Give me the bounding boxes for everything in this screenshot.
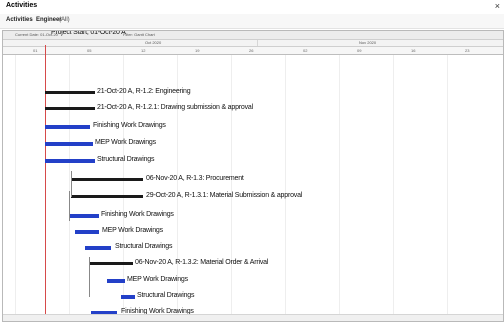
gantt-header-weeks: 01 05 12 19 26 02 09 16 23 <box>3 47 503 55</box>
gantt-row[interactable]: Structural Drawings <box>3 292 503 303</box>
gantt-bar-label: Finishing Work Drawings <box>93 122 166 129</box>
summary-bar[interactable] <box>45 91 95 94</box>
gantt-row[interactable]: 06-Nov-20 A, R-1.3: Procurement <box>3 175 503 186</box>
gantt-bar-label: 06-Nov-20 A, R-1.3: Procurement <box>146 175 244 182</box>
gantt-bar-label: 06-Nov-20 A, R-1.3.2: Material Order & A… <box>135 259 269 266</box>
relationship-line <box>69 191 70 221</box>
week-tick-label: 19 <box>195 48 200 53</box>
gantt-row[interactable]: 21-Oct-20 A, R-1.2: Engineering <box>3 88 503 99</box>
gantt-row[interactable]: Finishing Work Drawings <box>3 122 503 133</box>
week-tick-label: 23 <box>465 48 470 53</box>
activity-bar[interactable] <box>121 295 135 299</box>
close-icon[interactable]: × <box>495 1 500 11</box>
gantt-bar-label: 21-Oct-20 A, R-1.2: Engineering <box>97 88 191 95</box>
gantt-row[interactable]: Project Start, 01-Oct-20 A <box>3 31 503 41</box>
week-tick-label: 09 <box>357 48 362 53</box>
relationship-line <box>89 257 90 297</box>
filter-label: Activities <box>6 17 33 23</box>
gantt-bar-label: MEP Work Drawings <box>102 227 163 234</box>
gantt-chart-area: Project Start, 01-Oct-20 A 21-Oct-20 A, R… <box>3 31 503 321</box>
gantt-row[interactable]: MEP Work Drawings <box>3 227 503 238</box>
week-tick-label: 26 <box>249 48 254 53</box>
gantt-row[interactable]: 21-Oct-20 A, R-1.2.1: Drawing submission… <box>3 104 503 115</box>
gantt-bar-label: 29-Oct-20 A, R-1.3.1: Material Submissio… <box>146 192 303 199</box>
gantt-bar-label: Structural Drawings <box>137 292 195 299</box>
gantt-bar-label: Structural Drawings <box>97 156 155 163</box>
gantt-bar-label: MEP Work Drawings <box>95 139 156 146</box>
gantt-row[interactable]: MEP Work Drawings <box>3 276 503 287</box>
gantt-bar-label: MEP Work Drawings <box>127 276 188 283</box>
activity-bar[interactable] <box>85 246 111 250</box>
week-tick-label: 16 <box>411 48 416 53</box>
summary-bar[interactable] <box>71 178 143 181</box>
activity-bar[interactable] <box>45 159 95 163</box>
week-tick-label: 12 <box>141 48 146 53</box>
activity-bar[interactable] <box>107 279 125 283</box>
gantt-row[interactable]: Structural Drawings <box>3 243 503 254</box>
activity-bar[interactable] <box>45 142 93 146</box>
activity-bar[interactable] <box>75 230 99 234</box>
gantt-bar-label: Project Start, 01-Oct-20 A <box>51 30 126 36</box>
summary-bar[interactable] <box>71 195 143 198</box>
gantt-panel: Current Date: 01-Oct-20 Filter: Gantt Ch… <box>2 30 504 322</box>
filter-bar: Activities Engineer (All) <box>0 14 504 29</box>
gantt-bar-label: Finishing Work Drawings <box>101 211 174 218</box>
window-title: Activities <box>6 2 38 9</box>
filter-value[interactable]: Engineer <box>36 17 62 23</box>
gantt-row[interactable]: 29-Oct-20 A, R-1.3.1: Material Submissio… <box>3 192 503 203</box>
gantt-bar-label: Structural Drawings <box>115 243 173 250</box>
window-titlebar: Activities × <box>0 0 504 14</box>
week-tick-label: 05 <box>87 48 92 53</box>
week-tick-label: 01 <box>33 48 38 53</box>
filter-extra: (All) <box>59 17 70 23</box>
gantt-row[interactable]: Structural Drawings <box>3 156 503 167</box>
week-tick-label: 02 <box>303 48 308 53</box>
relationship-line <box>71 171 72 197</box>
horizontal-scrollbar[interactable] <box>3 314 503 321</box>
gantt-row[interactable]: MEP Work Drawings <box>3 139 503 150</box>
summary-bar[interactable] <box>45 107 95 110</box>
gantt-bar-label: 21-Oct-20 A, R-1.2.1: Drawing submission… <box>97 104 253 111</box>
gantt-row[interactable]: Finishing Work Drawings <box>3 211 503 222</box>
gantt-header-months: Oct 2020 Nov 2020 <box>3 40 503 47</box>
summary-bar[interactable] <box>89 262 133 265</box>
gantt-row[interactable]: 06-Nov-20 A, R-1.3.2: Material Order & A… <box>3 259 503 270</box>
activity-bar[interactable] <box>69 214 99 218</box>
activity-bar[interactable] <box>45 125 90 129</box>
